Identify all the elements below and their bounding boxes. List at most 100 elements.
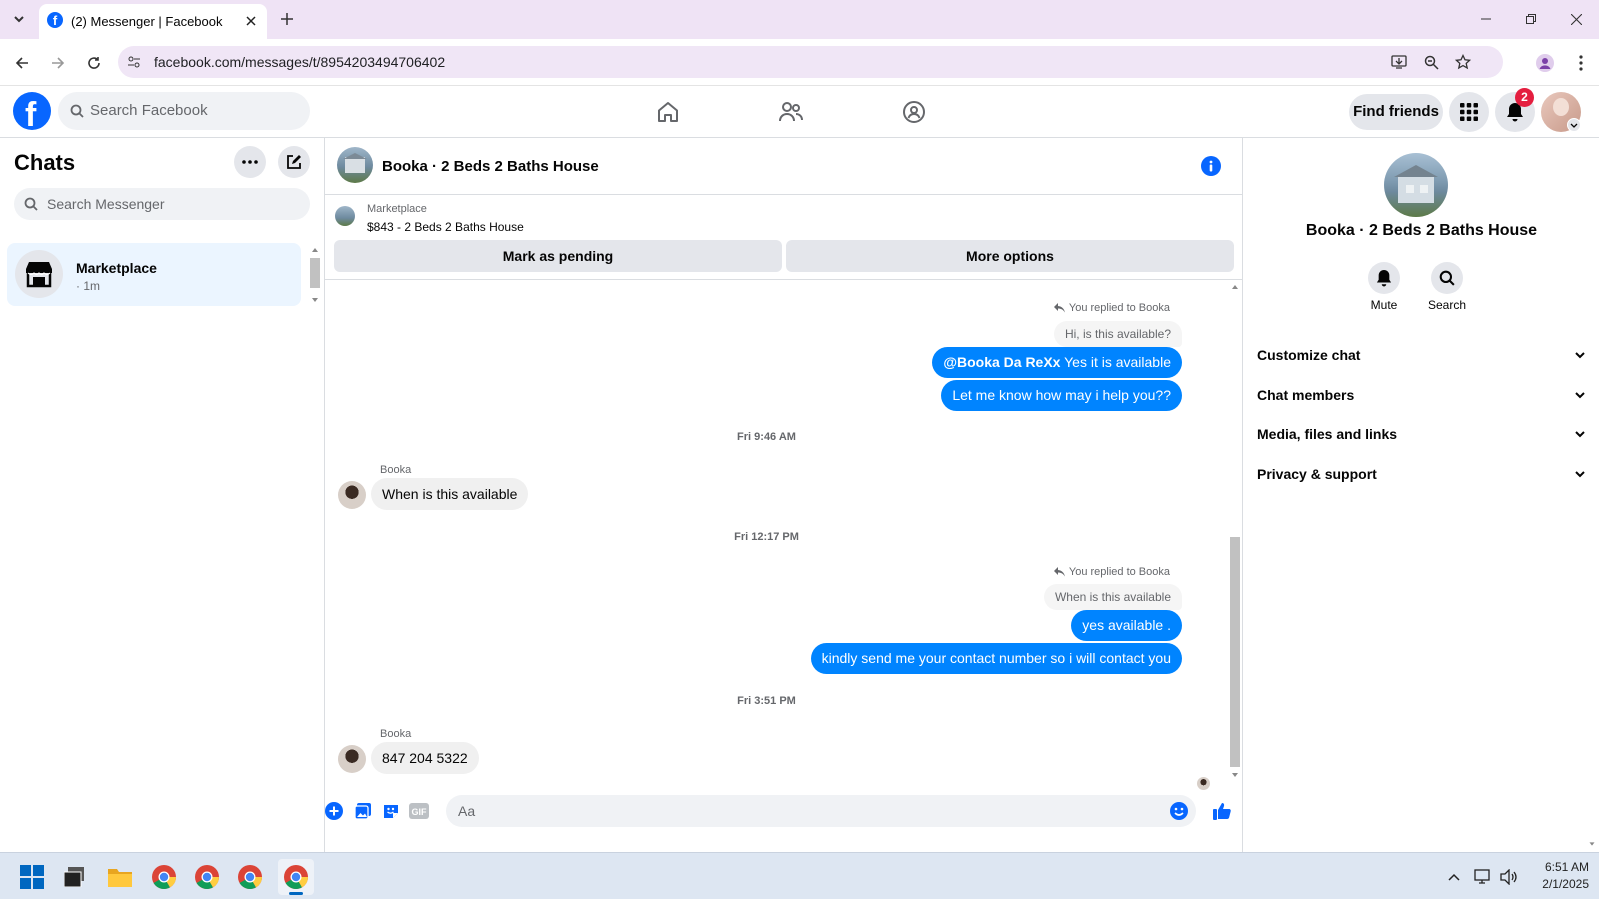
- conversation-title[interactable]: Booka · 2 Beds 2 Baths House: [382, 158, 599, 175]
- chat-list-scrollbar[interactable]: [309, 246, 321, 306]
- chat-list-item[interactable]: Marketplace · 1m: [7, 243, 301, 306]
- section-label: Customize chat: [1257, 347, 1361, 363]
- listing-avatar[interactable]: [337, 147, 373, 183]
- chats-options-button[interactable]: [234, 146, 266, 178]
- windows-logo-icon: [20, 865, 44, 889]
- forward-button[interactable]: [46, 51, 70, 75]
- find-friends-button[interactable]: Find friends: [1349, 94, 1443, 130]
- outgoing-message[interactable]: Let me know how may i help you??: [941, 380, 1182, 411]
- message-timestamp: Fri 9:46 AM: [737, 431, 796, 443]
- restore-button[interactable]: [1520, 8, 1542, 30]
- sender-avatar[interactable]: [338, 745, 366, 773]
- reply-icon: [1053, 567, 1065, 577]
- browser-tab-bar: f (2) Messenger | Facebook: [0, 0, 1599, 39]
- plus-circle-icon: [325, 802, 343, 820]
- chevron-down-icon: [1575, 392, 1585, 399]
- back-button[interactable]: [10, 51, 34, 75]
- reload-button[interactable]: [82, 51, 106, 75]
- new-tab-button[interactable]: [276, 8, 298, 30]
- bookmark-star-icon[interactable]: [1453, 52, 1473, 72]
- search-conversation-button[interactable]: [1431, 262, 1463, 294]
- replied-message-quote[interactable]: When is this available: [1043, 584, 1182, 610]
- arrow-right-icon: [52, 57, 65, 69]
- page-scroll-down-icon[interactable]: [1587, 840, 1597, 848]
- scroll-thumb[interactable]: [1230, 537, 1240, 767]
- address-bar[interactable]: facebook.com/messages/t/8954203494706402: [118, 46, 1503, 78]
- chats-panel: Chats Search Messenger Marketplace · 1m: [0, 138, 325, 852]
- outgoing-message[interactable]: kindly send me your contact number so i …: [810, 643, 1182, 674]
- chat-members-section[interactable]: Chat members: [1257, 376, 1586, 414]
- tab-title: (2) Messenger | Facebook: [71, 14, 223, 29]
- sticker-button[interactable]: [381, 801, 401, 821]
- details-avatar[interactable]: [1384, 153, 1448, 217]
- attach-photo-button[interactable]: [353, 801, 373, 821]
- restore-icon: [1526, 14, 1536, 24]
- incoming-message[interactable]: When is this available: [371, 478, 529, 510]
- mention[interactable]: @Booka Da ReXx: [943, 354, 1060, 370]
- incoming-message[interactable]: 847 204 5322: [371, 742, 479, 774]
- browser-toolbar: facebook.com/messages/t/8954203494706402: [0, 39, 1599, 86]
- browser-tab[interactable]: f (2) Messenger | Facebook: [39, 4, 267, 39]
- more-actions-button[interactable]: [324, 801, 344, 821]
- mute-button[interactable]: [1368, 262, 1400, 294]
- search-label: Search: [1427, 298, 1467, 312]
- privacy-support-section[interactable]: Privacy & support: [1257, 455, 1586, 493]
- file-explorer-button[interactable]: [106, 863, 134, 891]
- window-close-button[interactable]: [1565, 8, 1587, 30]
- new-message-button[interactable]: [278, 146, 310, 178]
- media-files-links-section[interactable]: Media, files and links: [1257, 415, 1586, 453]
- chevron-down-icon: [1575, 431, 1585, 438]
- url-text: facebook.com/messages/t/8954203494706402: [154, 54, 446, 70]
- nav-friends[interactable]: [763, 94, 819, 130]
- outgoing-message[interactable]: yes available .: [1071, 610, 1182, 641]
- chevron-up-icon: [1448, 873, 1460, 881]
- search-messenger-input[interactable]: Search Messenger: [14, 188, 310, 220]
- install-app-icon[interactable]: [1389, 52, 1409, 72]
- sticker-icon: [384, 805, 398, 818]
- nav-home[interactable]: [640, 94, 696, 130]
- browser-menu-button[interactable]: [1569, 51, 1593, 75]
- seen-receipt-avatar: [1197, 777, 1210, 790]
- zoom-icon[interactable]: [1421, 52, 1441, 72]
- search-facebook-input[interactable]: Search Facebook: [58, 92, 310, 130]
- close-icon: [246, 16, 256, 26]
- conversation-info-button[interactable]: [1201, 156, 1221, 176]
- tab-list-dropdown[interactable]: [8, 8, 30, 30]
- site-info-icon[interactable]: [126, 54, 142, 70]
- message-input[interactable]: Aa: [446, 795, 1196, 827]
- clock[interactable]: 6:51 AM 2/1/2025: [1527, 859, 1589, 893]
- outgoing-message[interactable]: @Booka Da ReXx Yes it is available: [932, 347, 1182, 378]
- message-scrollbar[interactable]: [1229, 281, 1241, 781]
- chrome-taskbar-button[interactable]: [191, 861, 223, 893]
- like-button[interactable]: [1210, 799, 1234, 823]
- marketplace-store-icon: [15, 250, 63, 298]
- customize-chat-section[interactable]: Customize chat: [1257, 336, 1586, 374]
- replied-message-quote[interactable]: Hi, is this available?: [1053, 321, 1182, 347]
- start-button[interactable]: [18, 863, 46, 891]
- search-action[interactable]: Search: [1422, 262, 1472, 322]
- scroll-thumb[interactable]: [310, 258, 320, 288]
- minimize-button[interactable]: [1475, 8, 1497, 30]
- more-options-button[interactable]: More options: [786, 240, 1234, 272]
- menu-button[interactable]: [1449, 92, 1489, 132]
- mark-as-pending-button[interactable]: Mark as pending: [334, 240, 782, 272]
- volume-icon[interactable]: [1498, 866, 1520, 888]
- search-placeholder: Search Facebook: [90, 102, 208, 119]
- chrome-taskbar-button[interactable]: [234, 861, 266, 893]
- emoji-button[interactable]: [1169, 801, 1189, 821]
- show-hidden-icons-button[interactable]: [1444, 867, 1464, 887]
- tab-close-button[interactable]: [241, 11, 261, 31]
- nav-groups[interactable]: [886, 94, 942, 130]
- gif-button[interactable]: GIF: [408, 801, 430, 821]
- sender-avatar[interactable]: [338, 481, 366, 509]
- chrome-taskbar-button[interactable]: [148, 861, 180, 893]
- mark-as-pending-label: Mark as pending: [502, 248, 614, 264]
- mute-action[interactable]: Mute: [1359, 262, 1409, 322]
- chrome-taskbar-button-active[interactable]: [278, 859, 314, 895]
- task-view-button[interactable]: [61, 863, 89, 891]
- facebook-logo-icon[interactable]: f: [13, 92, 51, 134]
- listing-detail[interactable]: $843 - 2 Beds 2 Baths House: [367, 220, 524, 234]
- compose-icon: [287, 155, 301, 169]
- profile-button[interactable]: [1533, 51, 1557, 75]
- network-icon[interactable]: [1472, 866, 1494, 888]
